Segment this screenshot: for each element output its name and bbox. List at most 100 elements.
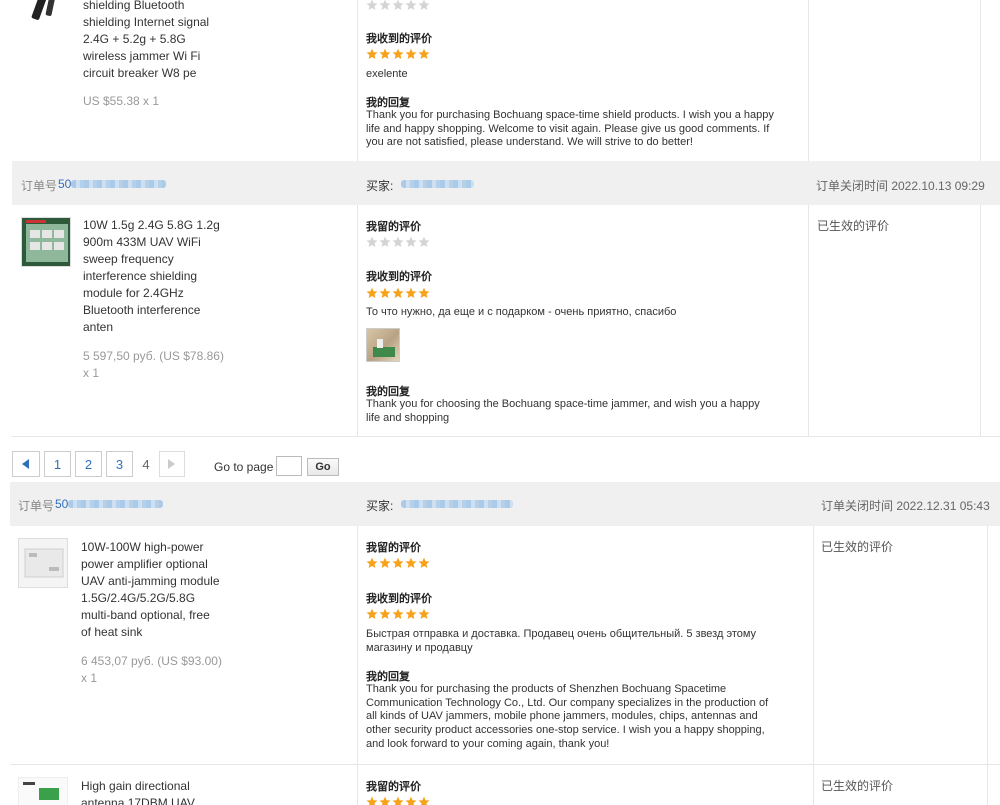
review-status: 已生效的评价 <box>821 779 894 793</box>
received-review-label: 我收到的评价 <box>366 593 432 605</box>
star-empty-icon <box>392 236 404 248</box>
star-filled-icon <box>392 796 404 805</box>
star-empty-icon <box>418 0 430 11</box>
order-closed-time: 订单关闭时间 2022.12.31 05:43 <box>821 499 990 513</box>
pcb-module-image <box>22 218 70 266</box>
received-review-stars <box>366 287 430 300</box>
star-empty-icon <box>379 236 391 248</box>
pager-page-1[interactable]: 1 <box>44 451 71 477</box>
my-reply-label: 我的回复 <box>366 671 410 683</box>
my-reply-label: 我的回复 <box>366 97 410 109</box>
my-reply-text: Thank you for purchasing the products of… <box>366 683 769 750</box>
star-filled-icon <box>366 796 378 805</box>
star-filled-icon <box>418 557 430 569</box>
product-title[interactable]: 10W 1.5g 2.4G 5.8G 1.2g 900m 433M UAV Wi… <box>83 217 233 336</box>
received-review-label: 我收到的评价 <box>366 271 432 283</box>
star-empty-icon <box>379 0 391 11</box>
star-filled-icon <box>405 557 417 569</box>
my-review-label: 我留的评价 <box>366 542 421 554</box>
star-filled-icon <box>379 796 391 805</box>
pager-next-button[interactable] <box>159 451 185 477</box>
goto-page-input[interactable] <box>276 456 302 476</box>
go-button[interactable]: Go <box>307 458 339 476</box>
star-filled-icon <box>418 287 430 299</box>
review-photo-image <box>373 339 395 357</box>
star-filled-icon <box>366 48 378 60</box>
antenna-image <box>19 778 67 805</box>
star-empty-icon <box>418 236 430 248</box>
buyer-label: 买家: <box>366 179 394 193</box>
star-empty-icon <box>405 236 417 248</box>
my-review-stars <box>366 796 430 805</box>
pager-page-3[interactable]: 3 <box>106 451 133 477</box>
received-review-stars <box>366 608 430 621</box>
product-price: 5 597,50 руб. (US $78.86) x 1 <box>83 349 224 380</box>
received-review-text: exelente <box>366 68 408 80</box>
product-thumbnail[interactable] <box>22 0 68 28</box>
star-empty-icon <box>405 0 417 11</box>
star-filled-icon <box>418 796 430 805</box>
product-title[interactable]: shielding Bluetooth shielding Internet s… <box>83 0 233 82</box>
pager-page-2[interactable]: 2 <box>75 451 102 477</box>
review-status: 已生效的评价 <box>817 219 890 233</box>
product-thumbnail[interactable] <box>18 777 68 805</box>
my-reply-label: 我的回复 <box>366 386 410 398</box>
order-number-label: 订单号 <box>21 179 58 193</box>
jammer-device-image <box>31 0 57 20</box>
order-number-label: 订单号 <box>18 499 55 513</box>
product-price: 6 453,07 руб. (US $93.00) x 1 <box>81 654 222 685</box>
order-closed-time: 订单关闭时间 2022.10.13 09:29 <box>816 179 985 193</box>
buyer-name-redacted[interactable] <box>401 180 474 188</box>
product-thumbnail[interactable] <box>18 538 68 588</box>
star-filled-icon <box>379 608 391 620</box>
star-filled-icon <box>405 608 417 620</box>
buyer-name-redacted[interactable] <box>401 500 513 508</box>
product-title[interactable]: High gain directional antenna 17DBM UAV <box>81 778 241 805</box>
star-filled-icon <box>366 287 378 299</box>
my-review-label: 我留的评价 <box>366 781 421 793</box>
star-filled-icon <box>405 287 417 299</box>
goto-page-label: Go to page <box>214 460 274 474</box>
star-filled-icon <box>379 287 391 299</box>
star-filled-icon <box>392 287 404 299</box>
order-number-redacted[interactable] <box>71 180 166 188</box>
star-filled-icon <box>392 557 404 569</box>
star-empty-icon <box>392 0 404 11</box>
star-empty-icon <box>366 236 378 248</box>
my-review-stars <box>366 557 430 570</box>
pager-prev-button[interactable] <box>12 451 40 477</box>
product-thumbnail[interactable] <box>21 217 71 267</box>
amplifier-module-image <box>19 539 67 587</box>
received-review-stars <box>366 48 430 61</box>
star-empty-icon <box>366 0 378 11</box>
pager-current-page: 4 <box>142 456 150 472</box>
buyer-label: 买家: <box>366 499 394 513</box>
review-status: 已生效的评价 <box>821 540 894 554</box>
order-number-prefix[interactable]: 50 <box>58 177 71 191</box>
my-review-stars <box>366 236 430 249</box>
order-number-redacted[interactable] <box>68 500 163 508</box>
review-photo-thumbnail[interactable] <box>366 328 400 362</box>
star-filled-icon <box>392 48 404 60</box>
star-filled-icon <box>405 48 417 60</box>
star-filled-icon <box>366 557 378 569</box>
star-filled-icon <box>379 48 391 60</box>
star-filled-icon <box>405 796 417 805</box>
product-price: US $55.38 x 1 <box>83 94 160 108</box>
star-filled-icon <box>418 608 430 620</box>
my-review-stars <box>366 0 430 12</box>
my-reply-text: Thank you for choosing the Bochuang spac… <box>366 398 760 424</box>
star-filled-icon <box>379 557 391 569</box>
my-review-label: 我留的评价 <box>366 221 421 233</box>
star-filled-icon <box>418 48 430 60</box>
my-reply-text: Thank you for purchasing Bochuang space-… <box>366 109 774 149</box>
star-filled-icon <box>366 608 378 620</box>
product-title[interactable]: 10W-100W high-power power amplifier opti… <box>81 539 241 641</box>
caret-left-icon <box>22 459 29 469</box>
star-filled-icon <box>392 608 404 620</box>
caret-right-icon <box>168 459 175 469</box>
received-review-text: То что нужно, да еще и с подарком - очен… <box>366 306 677 318</box>
received-review-text: Быстрая отправка и доставка. Продавец оч… <box>366 628 757 654</box>
order-number-prefix[interactable]: 50 <box>55 497 68 511</box>
received-review-label: 我收到的评价 <box>366 33 432 45</box>
